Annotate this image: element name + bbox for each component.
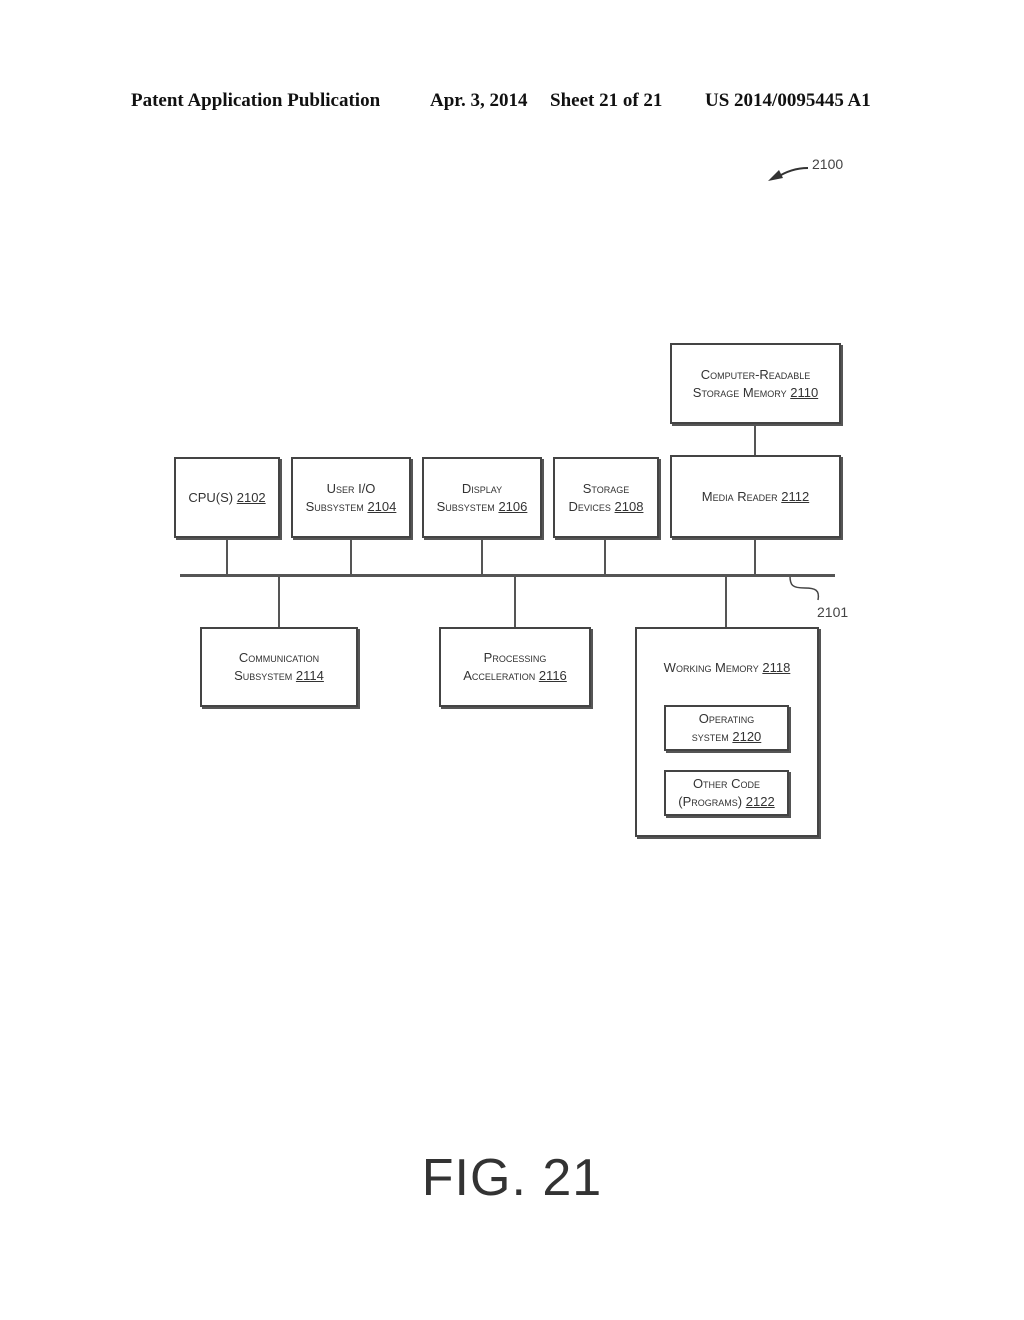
box-ref-number: 2106 — [498, 498, 528, 514]
cpu-box: CPU(S) 2102 — [174, 457, 280, 538]
box-ref-number: 2116 — [538, 668, 567, 683]
connector-communication — [278, 576, 280, 628]
box-label: Devices — [568, 498, 611, 514]
user-io-box: User I/O Subsystem 2104 — [291, 457, 411, 538]
connector-media-reader — [754, 538, 756, 575]
box-ref-number: 2112 — [781, 488, 810, 504]
box-label: Other Code — [692, 776, 761, 791]
box-label: Working Memory — [663, 660, 759, 675]
box-ref-number: 2120 — [732, 729, 762, 744]
box-ref-number: 2108 — [614, 498, 644, 514]
connector-storage-media — [754, 424, 756, 455]
box-label: Acceleration — [463, 668, 536, 683]
communication-box: Communication Subsystem 2114 — [200, 627, 358, 707]
box-label: (Programs) — [678, 794, 743, 809]
box-ref-number: 2104 — [367, 498, 397, 514]
box-label: Storage Memory — [692, 384, 787, 400]
box-label: Media Reader — [701, 488, 778, 504]
bus-ref-leader — [789, 575, 820, 601]
connector-storage-devices — [604, 538, 606, 575]
bus-ref-number: 2101 — [817, 604, 849, 620]
connector-user-io — [350, 538, 352, 575]
box-ref-number: 2102 — [236, 489, 266, 505]
connector-display — [481, 538, 483, 575]
box-label: Subsystem — [234, 668, 293, 683]
box-label: Processing — [483, 650, 547, 665]
box-label: User I/O — [326, 480, 376, 496]
box-ref-number: 2114 — [295, 668, 324, 683]
ref-arrow-head-icon — [768, 170, 783, 181]
figure-caption: FIG. 21 — [421, 1149, 603, 1207]
box-label: CPU(S) — [188, 489, 234, 505]
connector-working-memory — [725, 576, 727, 628]
operating-system-box: Operating system 2120 — [664, 705, 789, 751]
display-box: Display Subsystem 2106 — [422, 457, 542, 538]
box-label: Operating — [698, 711, 755, 726]
box-ref-number: 2110 — [790, 384, 819, 400]
box-label: Subsystem — [305, 498, 364, 514]
figure-ref-number: 2100 — [812, 156, 844, 172]
box-ref-number: 2122 — [745, 794, 775, 809]
processing-box: Processing Acceleration 2116 — [439, 627, 591, 707]
box-label: Storage — [582, 480, 630, 496]
storage-memory-box: Computer-Readable Storage Memory 2110 — [670, 343, 841, 424]
box-ref-number: 2118 — [762, 660, 791, 675]
connector-processing — [514, 576, 516, 628]
box-label: Display — [461, 480, 503, 496]
storage-devices-box: Storage Devices 2108 — [553, 457, 659, 538]
connector-cpu — [226, 538, 228, 575]
box-label: Subsystem — [436, 498, 495, 514]
box-label: system — [691, 729, 729, 744]
other-code-box: Other Code (Programs) 2122 — [664, 770, 789, 816]
box-label: Computer-Readable — [700, 366, 811, 382]
media-reader-box: Media Reader 2112 — [670, 455, 841, 538]
box-label: Communication — [238, 650, 320, 665]
